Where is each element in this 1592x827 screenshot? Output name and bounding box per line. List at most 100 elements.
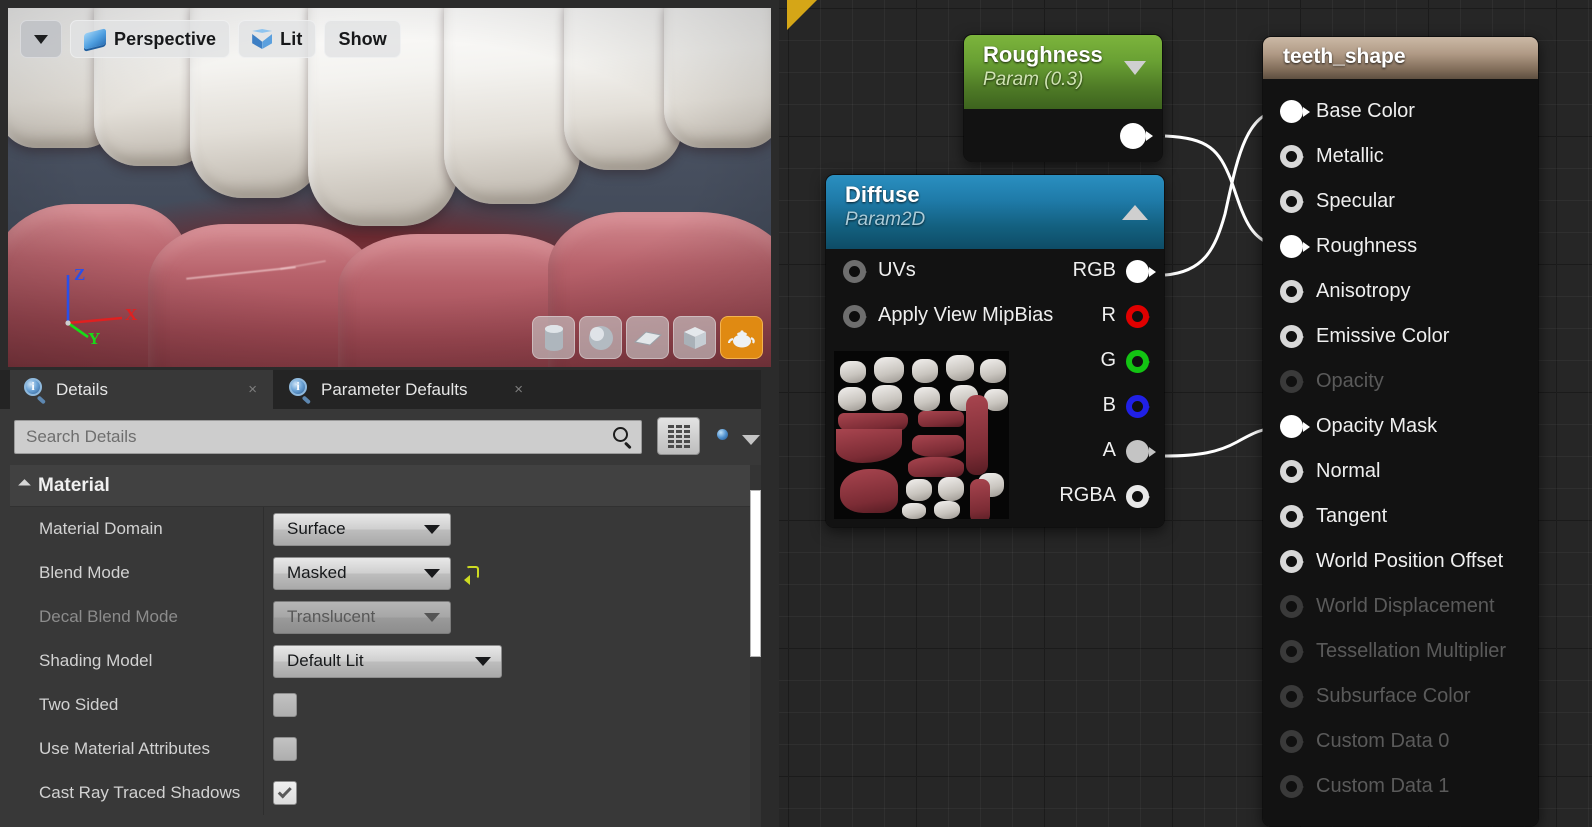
result-pin-tangent[interactable]: Tangent (1263, 494, 1538, 539)
tab-details-label: Details (56, 379, 108, 399)
perspective-button[interactable]: Perspective (70, 20, 231, 58)
result-pin-dot[interactable] (1280, 280, 1303, 303)
result-pin-base-color[interactable]: Base Color (1263, 89, 1538, 134)
roughness-output-pin[interactable] (1120, 123, 1146, 149)
primitive-sphere-button[interactable] (579, 316, 622, 359)
lit-button[interactable]: Lit (238, 20, 317, 58)
details-scrollbar-thumb[interactable] (750, 490, 761, 657)
result-pin-dot[interactable] (1280, 145, 1303, 168)
result-pin-dot[interactable] (1280, 190, 1303, 213)
blend-mode-dropdown[interactable]: Masked (273, 556, 451, 590)
chevron-down-icon (475, 656, 491, 666)
result-pin-tessellation-multiplier: Tessellation Multiplier (1263, 629, 1538, 674)
tab-details[interactable]: Details × (10, 370, 273, 409)
view-options-dropdown[interactable] (742, 435, 760, 445)
result-pin-dot[interactable] (1280, 505, 1303, 528)
grid-icon (667, 424, 690, 448)
result-pin-world-position-offset[interactable]: World Position Offset (1263, 539, 1538, 584)
tab-parameter-defaults-close-icon[interactable]: × (514, 381, 523, 398)
diffuse-output-pin-b[interactable] (1126, 395, 1149, 418)
cast-ray-traced-shadows-checkbox[interactable] (273, 781, 297, 805)
diffuse-input-pin-uvs[interactable] (843, 260, 866, 283)
result-pin-dot[interactable] (1280, 415, 1303, 438)
result-pin-label: Emissive Color (1316, 325, 1450, 347)
result-pin-label: Specular (1316, 190, 1395, 212)
diffuse-output-pin-r[interactable] (1126, 305, 1149, 328)
column-divider (263, 683, 264, 727)
result-pin-emissive-color[interactable]: Emissive Color (1263, 314, 1538, 359)
tab-parameter-defaults[interactable]: Parameter Defaults × (275, 370, 533, 409)
result-pin-dot[interactable] (1280, 325, 1303, 348)
diffuse-output-label-a: A (1102, 439, 1116, 461)
use-material-attributes-checkbox[interactable] (273, 737, 297, 761)
result-pin-dot[interactable] (1280, 235, 1303, 258)
lit-cube-icon (252, 29, 273, 49)
result-pin-opacity: Opacity (1263, 359, 1538, 404)
diffuse-output-pin-a[interactable] (1126, 440, 1149, 463)
details-panel: Details × Parameter Defaults × Search De… (0, 370, 779, 827)
node-result-header[interactable]: teeth_shape (1263, 37, 1538, 79)
result-pin-anisotropy[interactable]: Anisotropy (1263, 269, 1538, 314)
viewport-menu-button[interactable] (20, 20, 62, 58)
chevron-down-icon[interactable] (1124, 61, 1146, 75)
material-category-header[interactable]: Material (10, 465, 779, 507)
column-divider (263, 639, 264, 683)
primitive-plane-button[interactable] (626, 316, 669, 359)
diffuse-input-label-apply-view-mipbias: Apply View MipBias (878, 304, 1054, 326)
diffuse-input-label-uvs: UVs (878, 259, 916, 281)
result-pin-normal[interactable]: Normal (1263, 449, 1538, 494)
result-pin-dot[interactable] (1280, 100, 1303, 123)
search-icon (613, 427, 633, 450)
primitive-cube-button[interactable] (673, 316, 716, 359)
node-roughness[interactable]: Roughness Param (0.3) (963, 34, 1163, 162)
node-diffuse[interactable]: Diffuse Param2D UVs RGB Apply View MipBi… (825, 174, 1165, 528)
primitive-teapot-button[interactable] (720, 316, 763, 359)
shading-model-dropdown[interactable]: Default Lit (273, 644, 502, 678)
result-pin-dot (1280, 595, 1303, 618)
details-icon (24, 378, 47, 404)
result-pin-metallic[interactable]: Metallic (1263, 134, 1538, 179)
property-row-blend-mode: Blend Mode Masked (10, 551, 779, 595)
revert-icon[interactable] (464, 564, 483, 585)
result-pin-specular[interactable]: Specular (1263, 179, 1538, 224)
tab-parameter-defaults-label: Parameter Defaults (321, 379, 468, 399)
diffuse-output-pin-rgba[interactable] (1126, 485, 1149, 508)
tab-details-close-icon[interactable]: × (248, 381, 257, 398)
primitive-cylinder-button[interactable] (532, 316, 575, 359)
result-pin-dot[interactable] (1280, 550, 1303, 573)
diffuse-input-pin-apply-view-mipbias[interactable] (843, 305, 866, 328)
result-pin-label: Custom Data 1 (1316, 775, 1450, 797)
diffuse-output-label-r: R (1101, 304, 1116, 326)
chevron-down-icon (34, 34, 48, 44)
property-label: Blend Mode (39, 563, 130, 582)
material-preview-viewport[interactable]: Z X Y Perspective Lit Show (8, 8, 771, 367)
result-pin-label: Anisotropy (1316, 280, 1411, 302)
result-pin-opacity-mask[interactable]: Opacity Mask (1263, 404, 1538, 449)
diffuse-output-pin-rgb[interactable] (1126, 260, 1149, 283)
result-pin-dot (1280, 685, 1303, 708)
visibility-button[interactable] (708, 426, 736, 446)
node-roughness-header[interactable]: Roughness Param (0.3) (964, 35, 1162, 109)
graph-corner-marker (787, 0, 817, 30)
show-label: Show (338, 28, 387, 49)
perspective-icon (84, 28, 106, 50)
property-list: Material Material Domain Surface Blend M… (0, 465, 779, 827)
result-pin-roughness[interactable]: Roughness (1263, 224, 1538, 269)
two-sided-checkbox[interactable] (273, 693, 297, 717)
node-diffuse-header[interactable]: Diffuse Param2D (826, 175, 1164, 249)
result-pin-label: Tessellation Multiplier (1316, 640, 1507, 662)
viewport-toolbar: Perspective Lit Show (20, 20, 401, 58)
show-button[interactable]: Show (324, 20, 401, 58)
property-rows: Material Domain Surface Blend Mode Maske… (10, 507, 779, 827)
material-graph-canvas[interactable]: Roughness Param (0.3) Diffuse Param2D UV… (779, 0, 1592, 827)
grid-view-button[interactable] (657, 417, 700, 455)
node-teeth-shape-result[interactable]: teeth_shape Base Color Metallic Specular (1262, 36, 1539, 827)
result-pin-dot[interactable] (1280, 460, 1303, 483)
result-pin-dot (1280, 640, 1303, 663)
node-roughness-body (964, 109, 1162, 162)
diffuse-output-pin-g[interactable] (1126, 350, 1149, 373)
search-input[interactable]: Search Details (14, 420, 642, 454)
chevron-up-icon[interactable] (1122, 205, 1148, 220)
decal-blend-mode-dropdown: Translucent (273, 600, 451, 634)
material-domain-dropdown[interactable]: Surface (273, 512, 451, 546)
